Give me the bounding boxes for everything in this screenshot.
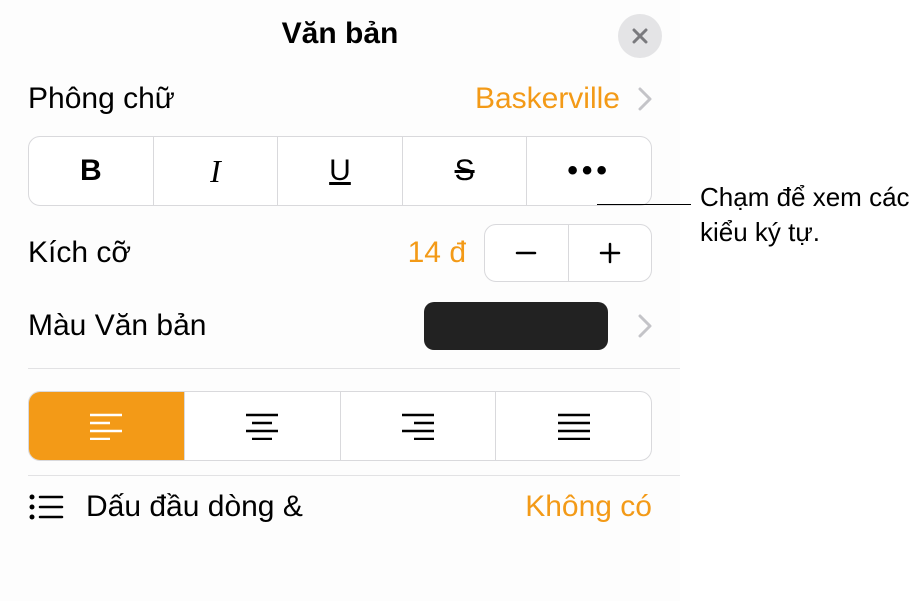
align-center-button[interactable]	[185, 392, 341, 460]
align-justify-icon	[556, 412, 592, 440]
bold-button[interactable]: B	[29, 137, 154, 205]
text-color-label: Màu Văn bản	[28, 309, 206, 343]
align-justify-button[interactable]	[496, 392, 651, 460]
align-right-button[interactable]	[341, 392, 497, 460]
panel-title: Văn bản	[282, 17, 399, 51]
bullets-value: Không có	[525, 490, 652, 524]
callout-leader-line	[597, 204, 691, 205]
size-row: Kích cỡ 14 đ	[0, 220, 680, 296]
text-color-row: Màu Văn bản	[0, 296, 680, 368]
bullets-label: Dấu đầu dòng &	[86, 490, 303, 524]
size-stepper	[484, 224, 652, 282]
plus-icon	[597, 240, 623, 266]
size-label: Kích cỡ	[28, 236, 131, 270]
close-button[interactable]	[618, 14, 662, 58]
text-color-swatch[interactable]	[424, 302, 608, 350]
minus-icon	[513, 240, 539, 266]
panel-header: Văn bản	[0, 0, 680, 68]
text-format-panel: Văn bản Phông chữ Baskerville B I U S ••…	[0, 0, 680, 601]
bullets-icon	[28, 492, 64, 522]
size-value: 14 đ	[408, 236, 466, 270]
chevron-right-icon	[638, 87, 652, 111]
align-left-icon	[88, 412, 124, 440]
close-icon	[630, 26, 650, 46]
chevron-right-icon[interactable]	[638, 314, 652, 338]
font-row[interactable]: Phông chữ Baskerville	[0, 68, 680, 130]
more-styles-button[interactable]: •••	[527, 137, 651, 205]
align-right-icon	[400, 412, 436, 440]
underline-button[interactable]: U	[278, 137, 403, 205]
text-style-segment: B I U S •••	[28, 136, 652, 206]
align-center-icon	[244, 412, 280, 440]
strikethrough-button[interactable]: S	[403, 137, 528, 205]
font-value: Baskerville	[475, 82, 620, 116]
callout-text: Chạm để xem các kiểu ký tự.	[700, 180, 914, 250]
bullets-row[interactable]: Dấu đầu dòng & Không có	[0, 476, 680, 524]
font-label: Phông chữ	[28, 82, 175, 116]
align-left-button[interactable]	[29, 392, 185, 460]
divider	[28, 368, 680, 369]
size-increase-button[interactable]	[569, 225, 652, 281]
italic-button[interactable]: I	[154, 137, 279, 205]
size-decrease-button[interactable]	[485, 225, 569, 281]
alignment-segment	[28, 391, 652, 461]
